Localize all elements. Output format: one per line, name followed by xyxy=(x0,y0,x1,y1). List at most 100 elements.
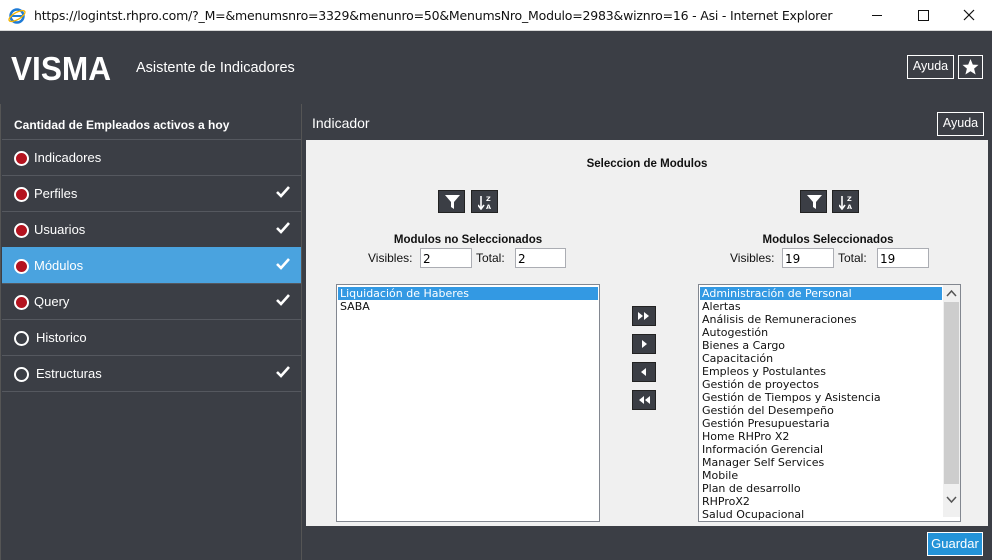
check-icon xyxy=(276,366,290,378)
step-perfiles[interactable]: Perfiles xyxy=(2,175,301,211)
unselected-modules-list[interactable]: Liquidación de Haberes SABA xyxy=(336,284,600,522)
list-item[interactable]: Análisis de Remuneraciones xyxy=(700,313,942,326)
modules-panel: Seleccion de Modulos Z A Z A Modulos no … xyxy=(306,140,988,526)
svg-text:A: A xyxy=(847,203,852,210)
status-circle-icon xyxy=(14,331,29,346)
right-total-field[interactable]: 19 xyxy=(877,248,929,268)
list-item[interactable]: Manager Self Services xyxy=(700,456,942,469)
status-circle-icon xyxy=(14,367,29,382)
favorite-button[interactable] xyxy=(958,55,983,79)
list-item[interactable]: Home RHPro X2 xyxy=(700,430,942,443)
filter-icon xyxy=(807,195,822,209)
visma-logo: VISMA xyxy=(11,53,111,83)
minimize-icon xyxy=(872,15,882,16)
app-title: Asistente de Indicadores xyxy=(136,60,295,76)
check-icon xyxy=(276,222,290,234)
right-visibles-label: Visibles: xyxy=(730,251,775,265)
left-filter-button[interactable] xyxy=(438,190,465,213)
double-arrow-right-icon xyxy=(638,312,649,320)
step-indicadores[interactable]: Indicadores xyxy=(2,139,301,175)
left-total-field[interactable]: 2 xyxy=(515,248,566,268)
sort-az-icon: Z A xyxy=(839,195,852,210)
svg-text:A: A xyxy=(486,203,491,210)
sort-az-icon: Z A xyxy=(478,195,491,210)
check-icon xyxy=(276,294,290,306)
list-item[interactable]: Gestión de Tiempos y Asistencia xyxy=(700,391,942,404)
step-label: Historico xyxy=(36,330,87,345)
step-query[interactable]: Query xyxy=(2,283,301,319)
list-item[interactable]: RHProX2 xyxy=(700,495,942,508)
move-right-button[interactable] xyxy=(632,334,656,354)
left-sort-button[interactable]: Z A xyxy=(471,190,498,213)
step-label: Perfiles xyxy=(34,186,78,201)
window-titlebar: https://logintst.rhpro.com/?_M=&menumsnr… xyxy=(0,0,992,31)
step-label: Query xyxy=(34,294,70,309)
list-item[interactable]: Capacitación xyxy=(700,352,942,365)
list-item[interactable]: Plan de desarrollo xyxy=(700,482,942,495)
list-item[interactable]: SABA xyxy=(338,300,598,313)
header-help-button[interactable]: Ayuda xyxy=(907,55,954,79)
footer-bar: Guardar xyxy=(306,526,988,560)
list-item[interactable]: Alertas xyxy=(700,300,942,313)
filter-icon xyxy=(445,195,460,209)
move-all-right-button[interactable] xyxy=(632,306,656,326)
check-icon xyxy=(276,186,290,198)
move-left-button[interactable] xyxy=(632,362,656,382)
check-icon xyxy=(276,258,290,270)
list-item[interactable]: Gestión de proyectos xyxy=(700,378,942,391)
main-header: Indicador Ayuda xyxy=(305,107,988,140)
left-list-heading: Modulos no Seleccionados xyxy=(393,234,543,246)
save-button[interactable]: Guardar xyxy=(927,532,983,556)
list-item[interactable]: Gestión del Desempeño xyxy=(700,404,942,417)
list-item[interactable]: Empleos y Postulantes xyxy=(700,365,942,378)
scroll-thumb[interactable] xyxy=(944,302,959,484)
list-item[interactable]: Gestión Presupuestaria xyxy=(700,417,942,430)
left-visibles-field[interactable]: 2 xyxy=(420,248,472,268)
right-filter-button[interactable] xyxy=(800,190,827,213)
main-help-button[interactable]: Ayuda xyxy=(937,112,984,136)
right-total-label: Total: xyxy=(838,251,867,265)
right-sort-button[interactable]: Z A xyxy=(832,190,859,213)
app-header: VISMA Asistente de Indicadores Ayuda xyxy=(0,31,992,103)
list-item[interactable]: Autogestión xyxy=(700,326,942,339)
step-usuarios[interactable]: Usuarios xyxy=(2,211,301,247)
list-item[interactable]: Información Gerencial xyxy=(700,443,942,456)
list-item[interactable]: Salud Ocupacional xyxy=(700,508,942,521)
status-circle-icon xyxy=(14,187,29,202)
internet-explorer-icon xyxy=(8,8,26,24)
left-visibles-label: Visibles: xyxy=(368,251,413,265)
wizard-sidebar: Cantidad de Empleados activos a hoy Indi… xyxy=(0,104,302,560)
step-modulos[interactable]: Módulos xyxy=(2,247,301,283)
main-title: Indicador xyxy=(312,115,370,131)
arrow-left-icon xyxy=(641,368,646,376)
list-item[interactable]: Administración de Personal xyxy=(700,287,942,300)
selected-modules-list[interactable]: Administración de Personal Alertas Análi… xyxy=(698,284,961,522)
status-circle-icon xyxy=(14,295,29,310)
arrow-right-icon xyxy=(642,340,647,348)
step-estructuras[interactable]: Estructuras xyxy=(2,355,301,392)
list-scrollbar[interactable] xyxy=(943,285,960,517)
svg-text:Z: Z xyxy=(847,195,852,203)
window-title: https://logintst.rhpro.com/?_M=&menumsnr… xyxy=(34,8,833,23)
minimize-button[interactable] xyxy=(854,0,900,31)
list-item[interactable]: Bienes a Cargo xyxy=(700,339,942,352)
scroll-down-icon xyxy=(946,496,957,504)
scroll-up-icon xyxy=(946,289,957,297)
left-total-label: Total: xyxy=(476,251,505,265)
double-arrow-left-icon xyxy=(639,396,650,404)
step-label: Usuarios xyxy=(34,222,86,237)
step-label: Estructuras xyxy=(36,366,102,381)
status-circle-icon xyxy=(14,223,29,238)
step-historico[interactable]: Historico xyxy=(2,319,301,355)
close-window-button[interactable] xyxy=(946,0,992,31)
step-label: Indicadores xyxy=(34,150,102,165)
right-visibles-field[interactable]: 19 xyxy=(782,248,834,268)
svg-text:Z: Z xyxy=(486,195,491,203)
svg-text:VISMA: VISMA xyxy=(11,53,111,83)
list-item[interactable]: Liquidación de Haberes xyxy=(338,287,598,300)
list-item[interactable]: Mobile xyxy=(700,469,942,482)
move-all-left-button[interactable] xyxy=(632,390,656,410)
maximize-icon xyxy=(918,10,929,21)
maximize-button[interactable] xyxy=(900,0,946,31)
sidebar-heading: Cantidad de Empleados activos a hoy xyxy=(14,118,230,132)
